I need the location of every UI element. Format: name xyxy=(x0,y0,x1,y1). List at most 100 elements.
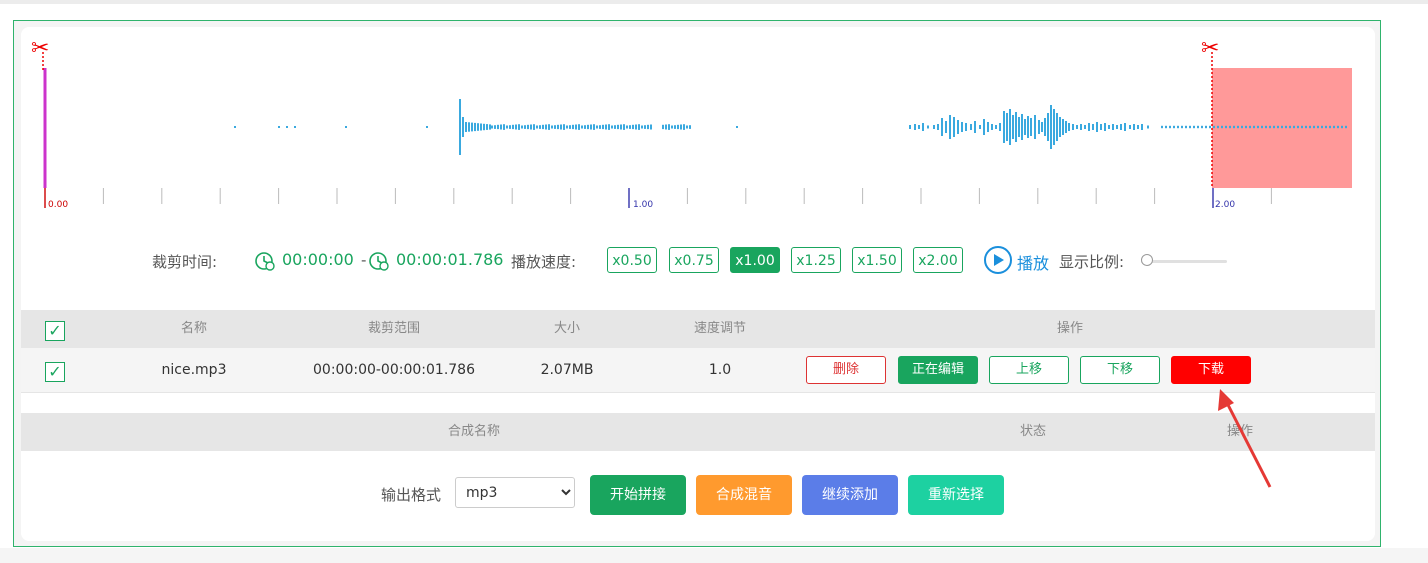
waveform-bar xyxy=(668,124,670,130)
waveform-bar xyxy=(641,125,643,129)
waveform-bar xyxy=(572,124,574,130)
scissor-start-icon[interactable]: ✂ xyxy=(31,38,49,60)
select-all-checkbox[interactable]: ✓ xyxy=(45,321,65,341)
waveform-bar xyxy=(533,124,535,130)
waveform-bar xyxy=(1297,125,1299,129)
row-file-size: 2.07MB xyxy=(540,362,594,378)
waveform-bar xyxy=(1018,117,1020,137)
waveform-bar xyxy=(1147,125,1149,129)
speed-option-0.50[interactable]: x0.50 xyxy=(607,247,657,273)
waveform-bar xyxy=(500,124,502,130)
waveform-bar xyxy=(665,124,667,130)
col-merge-status: 状态 xyxy=(1019,424,1047,439)
waveform-bar xyxy=(1062,119,1064,135)
waveform-bar xyxy=(524,125,526,129)
mix-button[interactable]: 合成混音 xyxy=(696,475,792,515)
waveform-bar xyxy=(991,124,993,130)
speed-option-1.50[interactable]: x1.50 xyxy=(852,247,902,273)
zoom-slider-handle[interactable] xyxy=(1141,254,1153,266)
editing-button[interactable]: 正在编辑 xyxy=(898,356,978,384)
zoom-slider-track[interactable] xyxy=(1141,260,1227,263)
move-up-button[interactable]: 上移 xyxy=(989,356,1069,384)
waveform-bar xyxy=(987,122,989,132)
file-table-header: ✓ 名称 裁剪范围 大小 速度调节 操作 xyxy=(21,310,1375,348)
waveform-bar xyxy=(566,125,568,129)
waveform-bar xyxy=(629,125,631,129)
waveform-bar xyxy=(671,125,673,129)
waveform-bar xyxy=(578,124,580,130)
waveform-bar xyxy=(1030,118,1032,136)
speed-option-0.75[interactable]: x0.75 xyxy=(669,247,719,273)
waveform-bar xyxy=(1257,125,1259,129)
start-concat-button[interactable]: 开始拼接 xyxy=(590,475,686,515)
download-button[interactable]: 下载 xyxy=(1171,356,1251,384)
waveform-bar xyxy=(1165,125,1167,129)
row-file-name: nice.mp3 xyxy=(161,362,227,378)
waveform-bar xyxy=(941,118,943,136)
waveform-bar xyxy=(483,123,485,131)
waveform-bar xyxy=(635,124,637,130)
waveform-bar xyxy=(650,124,652,130)
waveform-bar xyxy=(686,125,688,129)
waveform-bar xyxy=(983,119,985,135)
trim-start-time[interactable]: 00:00:00 xyxy=(282,250,354,269)
waveform-bar xyxy=(294,126,296,128)
play-button[interactable]: 播放 xyxy=(1017,250,1049,274)
waveform-bar xyxy=(536,125,538,129)
waveform-bar xyxy=(1047,113,1049,141)
scissor-end-icon[interactable]: ✂ xyxy=(1201,38,1219,60)
speed-option-2.00[interactable]: x2.00 xyxy=(913,247,963,273)
waveform-bar xyxy=(1289,125,1291,129)
waveform-bar xyxy=(970,124,972,130)
waveform-bar xyxy=(1221,125,1223,129)
trim-end-time[interactable]: 00:00:01.786 xyxy=(396,250,503,269)
continue-add-button[interactable]: 继续添加 xyxy=(802,475,898,515)
waveform-bar xyxy=(1072,124,1074,130)
delete-button[interactable]: 删除 xyxy=(806,356,886,384)
waveform-bar xyxy=(474,122,476,132)
waveform-bar xyxy=(1253,125,1255,129)
waveform-bar xyxy=(1169,125,1171,129)
row-speed: 1.0 xyxy=(708,362,732,378)
trim-dash: - xyxy=(361,251,367,269)
waveform-bar xyxy=(1120,124,1122,130)
waveform-bar xyxy=(914,124,916,130)
waveform-bar xyxy=(1313,125,1315,129)
speed-option-1.25[interactable]: x1.25 xyxy=(791,247,841,273)
output-format-select[interactable]: mp3 xyxy=(455,477,575,508)
waveform-bar xyxy=(1059,117,1061,137)
waveform-bar xyxy=(581,125,583,129)
waveform-bar xyxy=(1269,125,1271,129)
waveform-bar xyxy=(1056,113,1058,141)
waveform-bar xyxy=(611,125,613,129)
waveform-bar xyxy=(1100,124,1102,130)
reselect-button[interactable]: 重新选择 xyxy=(908,475,1004,515)
waveform-bar xyxy=(918,125,920,129)
waveform-view[interactable]: 0.00 1.00 2.00 xyxy=(21,30,1375,215)
waveform-bar xyxy=(1301,125,1303,129)
move-down-button[interactable]: 下移 xyxy=(1080,356,1160,384)
waveform-bar xyxy=(1104,123,1106,131)
waveform-bar xyxy=(590,124,592,130)
waveform-bar xyxy=(1034,115,1036,139)
waveform-bar xyxy=(593,124,595,130)
waveform-bar xyxy=(1237,125,1239,129)
waveform-bar xyxy=(974,121,976,133)
waveform-bar xyxy=(1205,125,1207,129)
play-icon[interactable] xyxy=(983,245,1013,275)
waveform-bar xyxy=(961,122,963,132)
waveform-bar xyxy=(548,124,550,130)
waveform-bar xyxy=(617,124,619,130)
waveform-bar xyxy=(509,125,511,129)
waveform-bar xyxy=(1177,125,1179,129)
waveform-bar xyxy=(999,123,1001,131)
row-checkbox[interactable]: ✓ xyxy=(45,362,65,382)
waveform-bar xyxy=(620,124,622,130)
waveform-bar xyxy=(462,117,464,137)
waveform-bar xyxy=(1068,123,1070,131)
waveform-bar xyxy=(965,123,967,131)
waveform-bar xyxy=(584,125,586,129)
speed-option-1.00[interactable]: x1.00 xyxy=(730,247,780,273)
waveform-bar xyxy=(1249,125,1251,129)
waveform-bar xyxy=(945,121,947,133)
